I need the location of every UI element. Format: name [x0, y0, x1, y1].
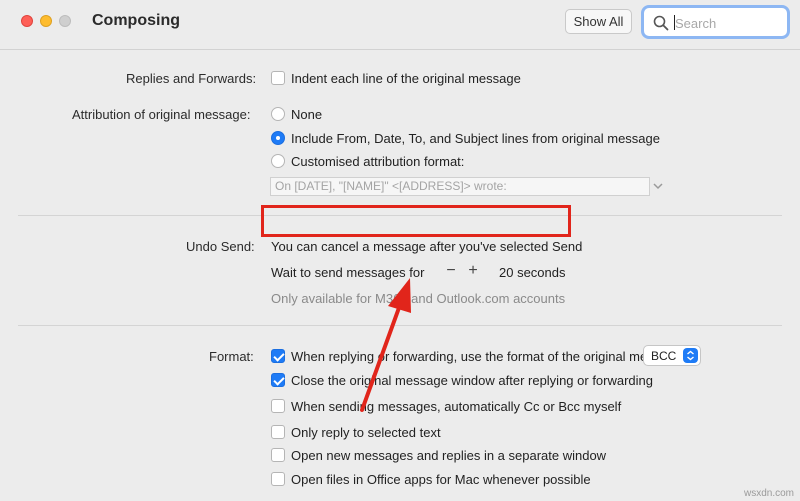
decrement-button[interactable]: −: [440, 261, 462, 283]
cc-bcc-select[interactable]: BCC: [643, 345, 701, 366]
show-all-button[interactable]: Show All: [565, 9, 632, 34]
send-delay-value: 20 seconds: [499, 265, 566, 280]
undo-send-note: Only available for M365 and Outlook.com …: [271, 291, 566, 306]
watermark-text: wsxdn.com: [743, 488, 794, 499]
open-office-apps-label: Open files in Office apps for Mac whenev…: [291, 472, 591, 487]
section-divider: [18, 325, 782, 326]
close-original-window-label: Close the original message window after …: [291, 373, 654, 388]
auto-cc-bcc-label: When sending messages, automatically Cc …: [291, 399, 622, 414]
zoom-window-button[interactable]: [59, 15, 71, 27]
undo-send-label: Undo Send:: [186, 239, 255, 254]
attribution-none-label: None: [291, 107, 323, 122]
close-window-button[interactable]: [21, 15, 33, 27]
attribution-none-radio[interactable]: [271, 107, 285, 121]
search-icon: [653, 15, 669, 31]
window-title: Composing: [92, 12, 180, 29]
attribution-custom-label: Customised attribution format:: [291, 154, 465, 169]
attribution-include-radio[interactable]: [271, 131, 285, 145]
open-office-apps-checkbox[interactable]: [271, 472, 285, 486]
replies-forwards-label: Replies and Forwards:: [126, 71, 257, 86]
separate-window-label: Open new messages and replies in a separ…: [291, 448, 607, 463]
attribution-label: Attribution of original message:: [72, 107, 251, 122]
increment-button[interactable]: +: [462, 261, 484, 283]
cc-bcc-selected-value: BCC: [651, 349, 677, 363]
separate-window-checkbox[interactable]: [271, 448, 285, 462]
minimize-window-button[interactable]: [40, 15, 52, 27]
search-placeholder: Search: [675, 16, 717, 31]
send-delay-stepper: − +: [440, 261, 485, 283]
annotation-highlight-box: [261, 205, 571, 237]
use-original-format-checkbox[interactable]: [271, 349, 285, 363]
attribution-format-field[interactable]: On [DATE], "[NAME]" <[ADDRESS]> wrote:: [270, 177, 650, 196]
format-label: Format:: [209, 349, 254, 364]
use-original-format-label: When replying or forwarding, use the for…: [291, 349, 682, 364]
indent-lines-option-label: Indent each line of the original message: [291, 71, 521, 86]
chevron-down-icon[interactable]: [652, 180, 664, 192]
popup-chevron-icon: [683, 348, 698, 363]
search-input[interactable]: Search: [641, 5, 790, 39]
attribution-include-label: Include From, Date, To, and Subject line…: [291, 131, 660, 146]
preferences-pane: Replies and Forwards: Indent each line o…: [0, 51, 800, 501]
title-bar: Composing Show All Search: [0, 0, 800, 50]
attribution-custom-radio[interactable]: [271, 154, 285, 168]
undo-send-description: You can cancel a message after you've se…: [271, 239, 583, 254]
reply-selected-text-label: Only reply to selected text: [291, 425, 441, 440]
text-caret: [674, 15, 675, 30]
reply-selected-text-checkbox[interactable]: [271, 425, 285, 439]
auto-cc-bcc-checkbox[interactable]: [271, 399, 285, 413]
wait-to-send-label: Wait to send messages for: [271, 265, 425, 280]
indent-lines-checkbox[interactable]: [271, 71, 285, 85]
close-original-window-checkbox[interactable]: [271, 373, 285, 387]
